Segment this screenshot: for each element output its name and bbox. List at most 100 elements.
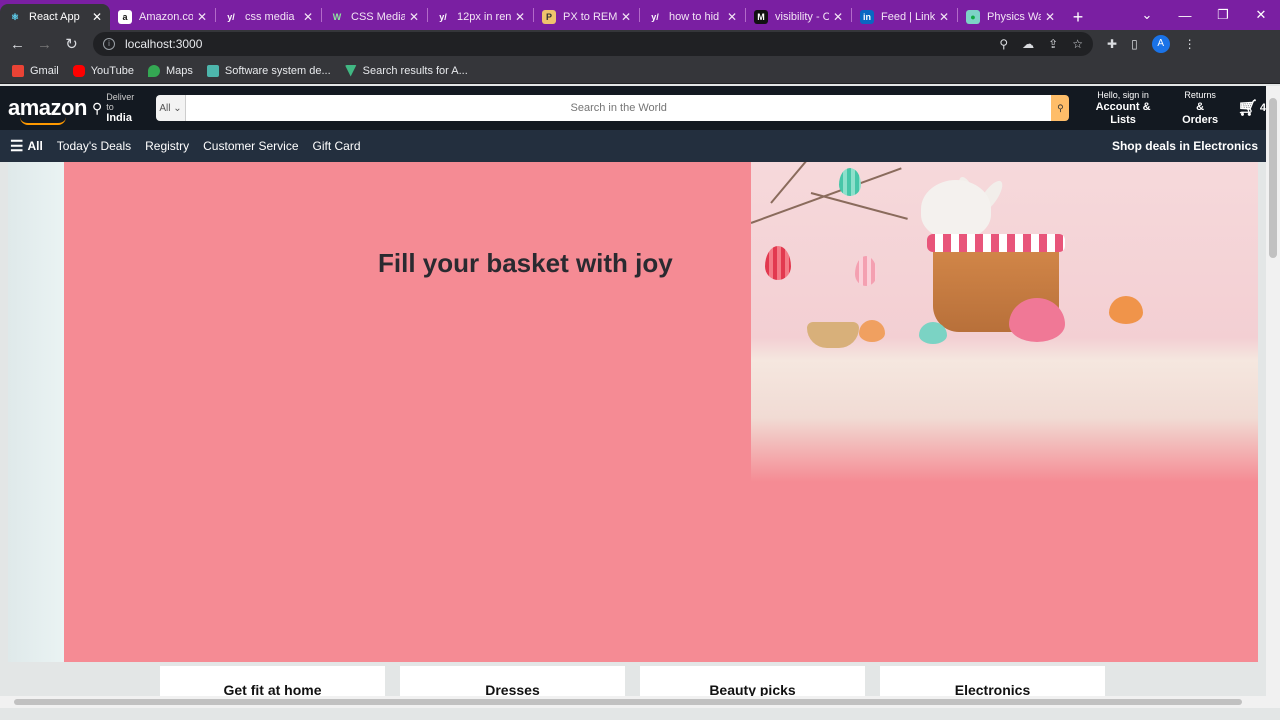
nav-all[interactable]: ☰ All [10, 137, 43, 155]
close-icon[interactable]: ✕ [515, 10, 525, 24]
linkedin-icon: in [860, 10, 874, 24]
close-icon[interactable]: ✕ [1045, 10, 1055, 24]
scrollbar-thumb[interactable] [1269, 98, 1277, 258]
omnibox-actions: ⚲ ☁ ⇪ ☆ [999, 37, 1083, 51]
returns-orders[interactable]: Returns & Orders [1177, 90, 1224, 127]
tab-search-icon[interactable]: ⌄ [1128, 7, 1166, 23]
chevron-down-icon: ⌄ [173, 102, 182, 114]
bookmark-label: Maps [165, 64, 193, 77]
maximize-button[interactable]: ❐ [1204, 7, 1242, 23]
search-button[interactable]: ⚲ [1051, 95, 1070, 121]
nav-gift-card[interactable]: Gift Card [313, 139, 361, 153]
extensions-icon[interactable]: ✚ [1107, 37, 1117, 51]
hanging-egg-red [765, 246, 791, 280]
hero-banner[interactable]: Fill your basket with joy [64, 162, 1258, 662]
bookmark-software-system[interactable]: Software system de... [206, 64, 331, 77]
hamburger-menu-icon: ☰ [10, 138, 24, 155]
bookmark-star-icon[interactable]: ☆ [1072, 37, 1083, 51]
menu-icon[interactable]: ⋮ [1184, 37, 1196, 51]
pink-egg [1009, 298, 1065, 342]
search-input[interactable] [186, 95, 1052, 121]
bookmark-youtube[interactable]: YouTube [72, 64, 134, 77]
teal-egg [919, 322, 947, 344]
tab-title: PX to REM [563, 11, 617, 23]
logo-smile-icon [20, 117, 66, 125]
tab-amazon[interactable]: a Amazon.co ✕ [110, 4, 215, 30]
amazon-nav-bar: ☰ All Today's Deals Registry Customer Se… [0, 130, 1266, 162]
orange-egg-small [859, 320, 885, 342]
side-panel-icon[interactable]: ▯ [1131, 37, 1138, 51]
bunny-toy [921, 180, 991, 238]
close-icon[interactable]: ✕ [833, 10, 843, 24]
tab-title: 12px in ren [457, 11, 511, 23]
cart[interactable]: 🛒︎ 4 [1238, 98, 1266, 118]
url-text[interactable]: localhost:3000 [125, 37, 202, 51]
nav-todays-deals[interactable]: Today's Deals [57, 139, 131, 153]
nav-all-label: All [27, 139, 43, 153]
bookmark-maps[interactable]: Maps [147, 64, 193, 77]
vertical-scrollbar[interactable] [1266, 86, 1280, 708]
reload-icon[interactable]: ↻ [58, 35, 85, 53]
account-lists[interactable]: Hello, sign in Account & Lists [1081, 90, 1164, 127]
orders-label: & Orders [1182, 100, 1219, 126]
react-icon: ⚛ [10, 11, 20, 22]
tab-title: React App [29, 11, 80, 23]
deliver-to[interactable]: ⚲ Deliver to India [92, 92, 144, 124]
forward-icon[interactable]: → [31, 36, 58, 53]
maps-icon [147, 64, 160, 77]
share-icon[interactable]: ⇪ [1048, 37, 1058, 51]
close-icon[interactable]: ✕ [303, 10, 313, 24]
amazon-favicon-icon: a [118, 10, 132, 24]
new-tab-button[interactable]: + [1063, 4, 1093, 30]
horizontal-scrollbar[interactable] [0, 696, 1266, 708]
tab-how-to-hide[interactable]: y/ how to hid ✕ [640, 4, 745, 30]
bookmark-search-results[interactable]: Search results for A... [344, 64, 468, 77]
software-icon [206, 64, 219, 77]
bookmark-label: YouTube [90, 64, 134, 77]
scrollbar-thumb[interactable] [14, 699, 1242, 705]
branch-decoration [810, 192, 908, 220]
close-icon[interactable]: ✕ [727, 10, 737, 24]
tab-react-app[interactable]: ⚛ React App ✕ [0, 4, 110, 30]
close-icon[interactable]: ✕ [92, 10, 102, 24]
nav-shop-electronics[interactable]: Shop deals in Electronics [1112, 139, 1258, 153]
nav-customer-service[interactable]: Customer Service [203, 139, 298, 153]
profile-avatar[interactable]: A [1151, 35, 1170, 53]
carousel-previous-slide[interactable] [8, 162, 64, 662]
amazon-logo[interactable]: amazon [8, 95, 87, 125]
nav-registry[interactable]: Registry [145, 139, 189, 153]
tab-physics[interactable]: ● Physics Wa ✕ [958, 4, 1063, 30]
tab-css-media-search[interactable]: y/ css media ✕ [216, 4, 321, 30]
close-icon[interactable]: ✕ [939, 10, 949, 24]
cloud-icon[interactable]: ☁ [1022, 37, 1034, 51]
extension-area: ✚ ▯ A ⋮ [1107, 35, 1196, 53]
tab-visibility[interactable]: M visibility - C ✕ [746, 4, 851, 30]
bookmark-label: Gmail [30, 64, 59, 77]
omnibox[interactable]: i localhost:3000 ⚲ ☁ ⇪ ☆ [93, 32, 1093, 56]
minimize-button[interactable]: — [1166, 8, 1204, 23]
w3schools-icon: W [332, 12, 342, 22]
close-icon[interactable]: ✕ [197, 10, 207, 24]
bookmark-gmail[interactable]: Gmail [12, 64, 59, 77]
address-bar-row: ← → ↻ i localhost:3000 ⚲ ☁ ⇪ ☆ ✚ ▯ A ⋮ [0, 30, 1280, 58]
yahoo-icon: y/ [439, 12, 447, 22]
back-icon[interactable]: ← [4, 36, 31, 53]
close-window-button[interactable]: ✕ [1242, 7, 1280, 23]
tab-px-to-rem[interactable]: P PX to REM ✕ [534, 4, 639, 30]
gmail-icon [12, 64, 24, 77]
amazon-header: amazon ⚲ Deliver to India All ⌄ ⚲ Hello,… [0, 86, 1266, 130]
tab-title: Physics Wa [987, 11, 1041, 23]
youtube-icon [72, 64, 85, 77]
tab-css-media[interactable]: W CSS Media ✕ [322, 4, 427, 30]
physics-icon: ● [966, 10, 980, 24]
tab-linkedin-feed[interactable]: in Feed | Link ✕ [852, 4, 957, 30]
bookmark-label: Software system de... [224, 64, 331, 77]
zoom-icon[interactable]: ⚲ [999, 37, 1008, 51]
search-category-select[interactable]: All ⌄ [156, 95, 187, 121]
info-icon[interactable]: i [103, 38, 115, 50]
close-icon[interactable]: ✕ [621, 10, 631, 24]
tab-12px-rem[interactable]: y/ 12px in ren ✕ [428, 4, 533, 30]
hanging-egg-teal [839, 168, 861, 196]
deliver-label: Deliver to [106, 92, 135, 112]
close-icon[interactable]: ✕ [409, 10, 419, 24]
